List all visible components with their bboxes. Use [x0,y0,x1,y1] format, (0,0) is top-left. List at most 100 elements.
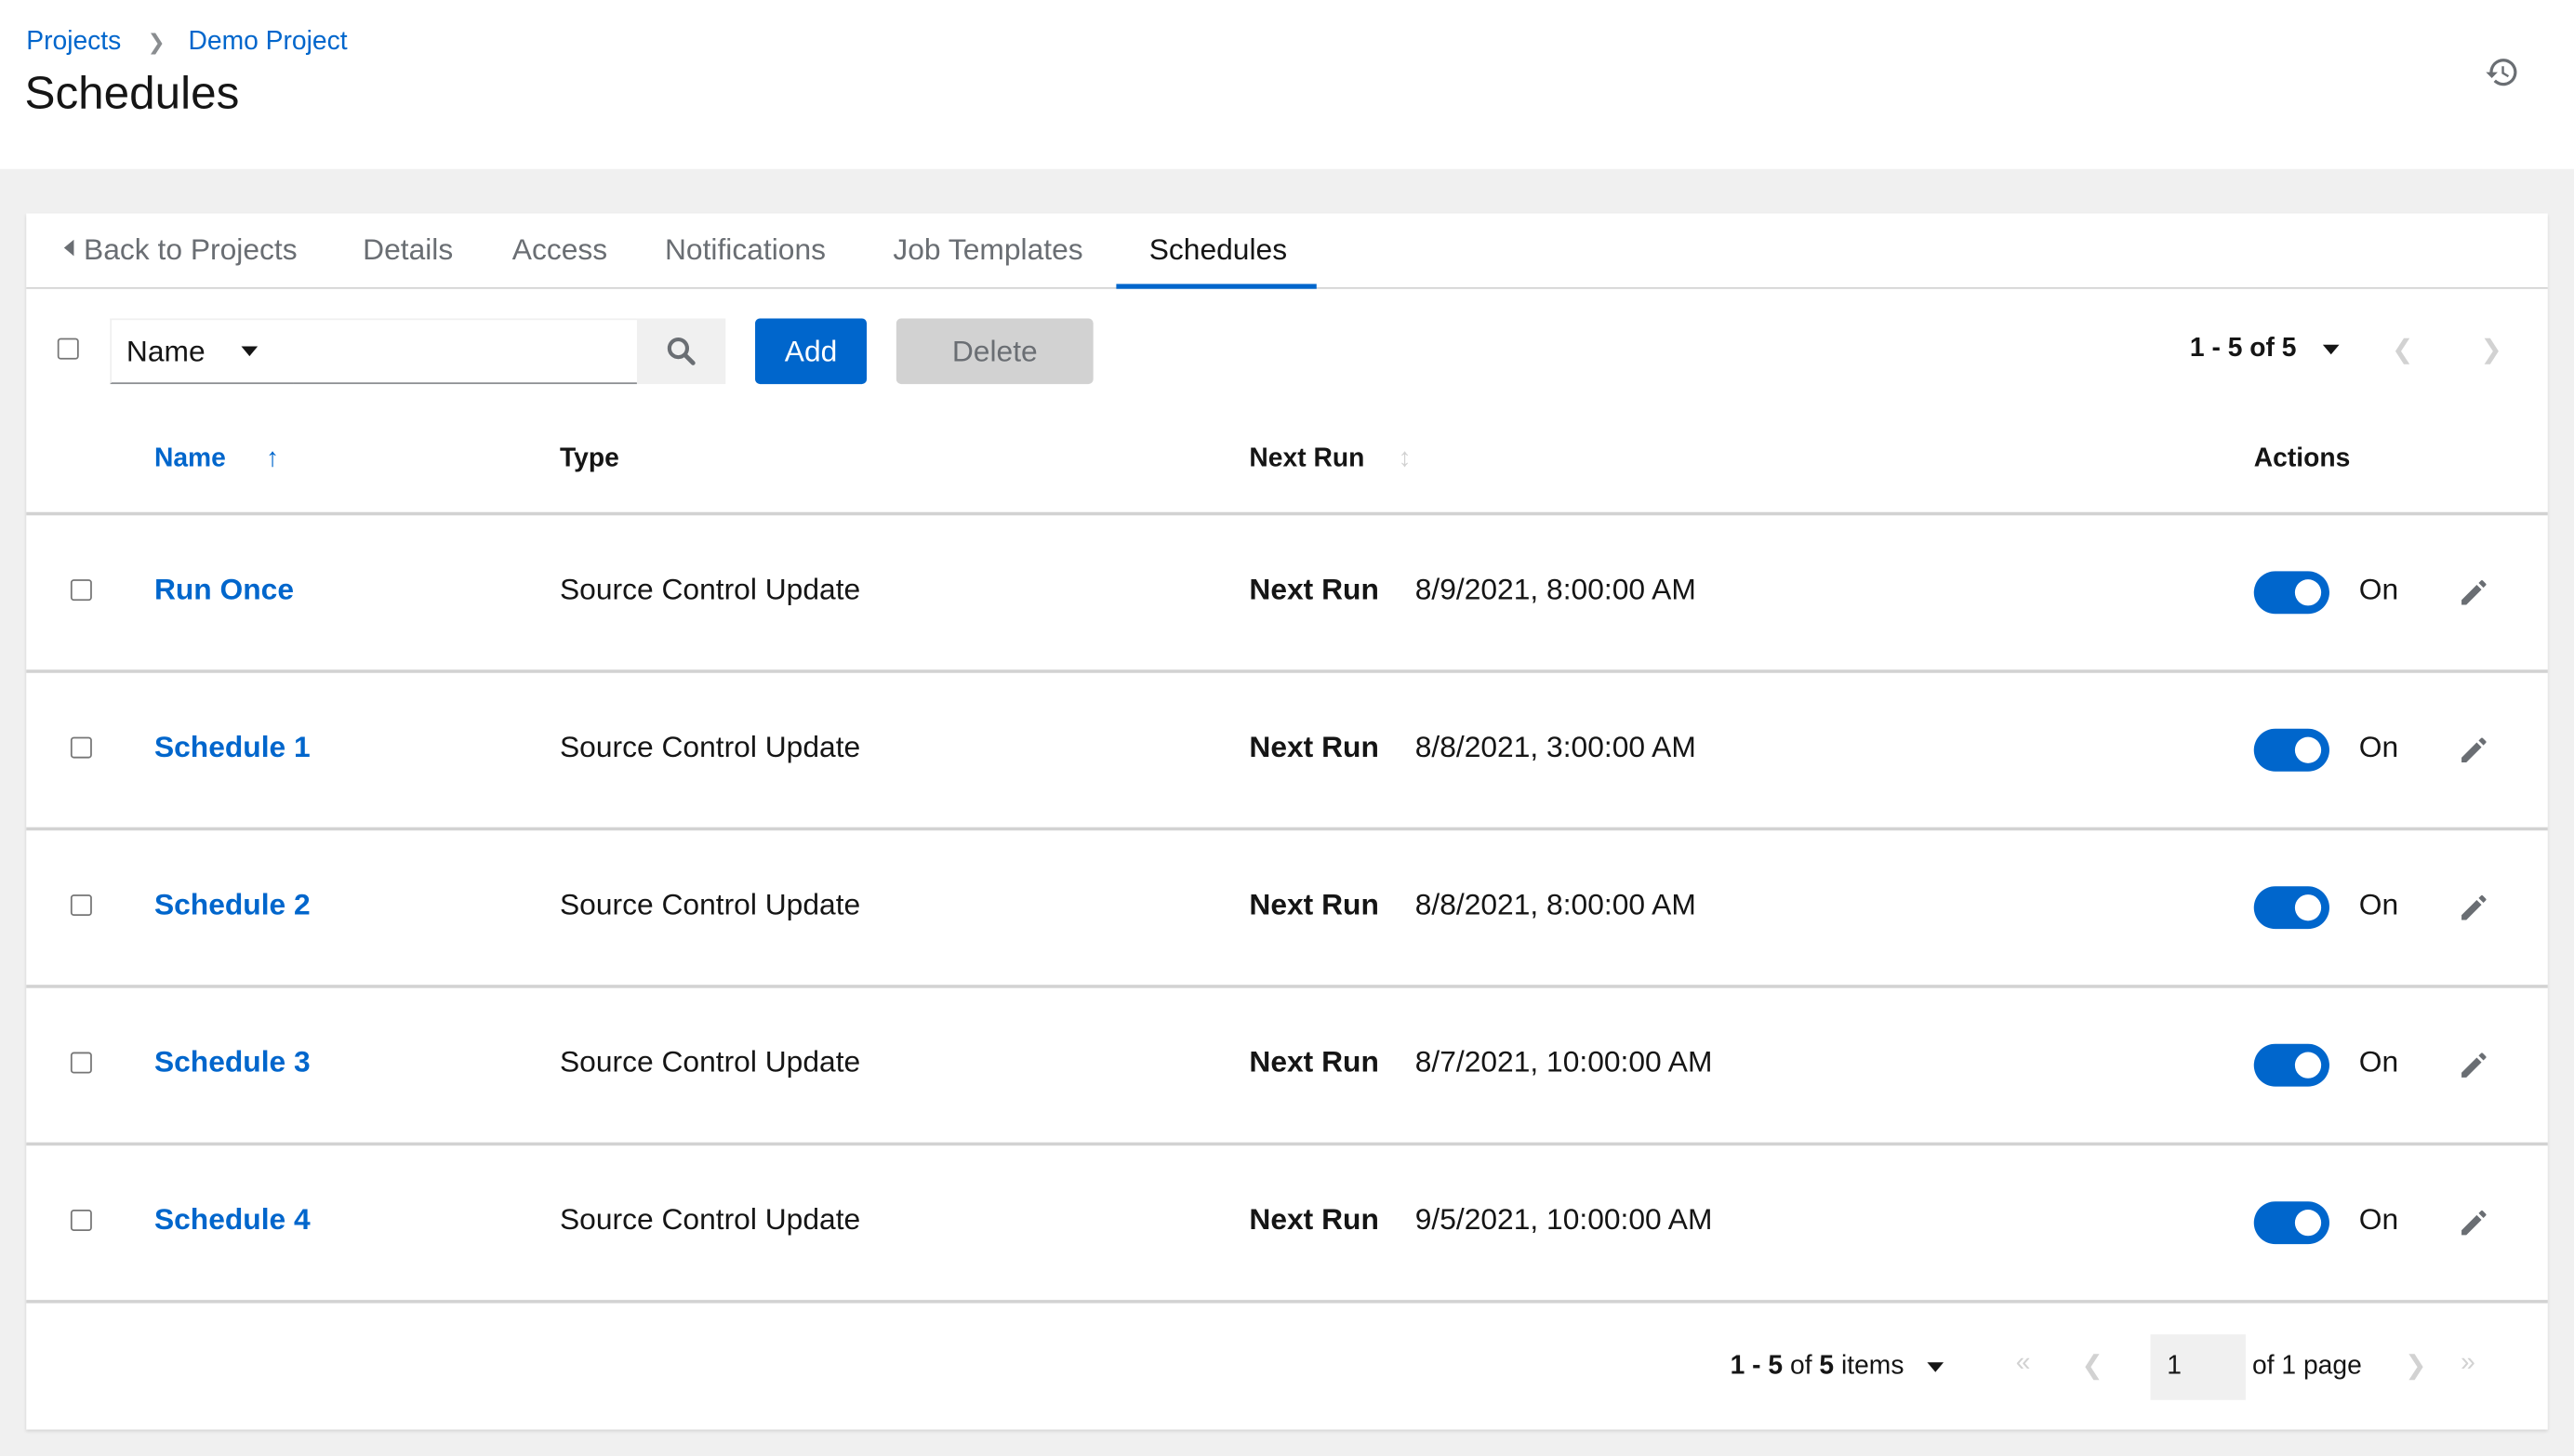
toggle-state-label: On [2358,730,2399,763]
select-all-checkbox[interactable] [57,338,79,360]
tab-back-to-projects[interactable]: Back to Projects [63,213,298,286]
next-run-value: 8/7/2021, 10:00:00 AM [1414,1045,1713,1079]
tab-access[interactable]: Access [512,213,607,286]
add-button[interactable]: Add [755,318,868,385]
footer-total: 5 [1819,1352,1835,1381]
column-header-actions: Actions [2253,444,2351,473]
first-page-icon[interactable]: « [2016,1349,2031,1379]
edit-icon[interactable] [2458,1206,2490,1238]
schedule-type: Source Control Update [559,888,861,921]
page-header: Projects ❯ Demo Project Schedules [0,0,2574,169]
column-header-name[interactable]: Name ↑ [154,444,279,474]
search-input[interactable] [293,318,637,385]
filter-field-select[interactable]: Name [110,318,294,385]
tab-label: Job Templates [893,232,1083,266]
page-title: Schedules [24,67,240,119]
toggle-state-label: On [2358,1045,2399,1079]
caret-down-icon [1927,1362,1944,1372]
tab-notifications[interactable]: Notifications [665,213,826,286]
row-checkbox[interactable] [70,1052,92,1074]
history-icon[interactable] [2484,54,2520,90]
row-checkbox[interactable] [70,736,92,759]
row-checkbox[interactable] [70,894,92,917]
chevron-right-icon: ❯ [147,29,166,55]
page-number-input[interactable]: 1 [2150,1334,2246,1400]
schedule-type: Source Control Update [559,573,861,606]
edit-icon[interactable] [2458,1049,2490,1081]
tab-job-templates[interactable]: Job Templates [893,213,1082,286]
row-divider [26,827,2548,831]
next-run-label: Next Run [1249,888,1379,921]
tab-details[interactable]: Details [363,213,453,286]
divider [26,511,2548,516]
toggle-knob [2294,579,2322,606]
next-run-label: Next Run [1249,1202,1379,1237]
schedule-enabled-toggle[interactable] [2253,571,2329,615]
row-divider [26,985,2548,988]
schedule-name-link[interactable]: Schedule 3 [154,1045,311,1079]
next-run-value: 9/5/2021, 10:00:00 AM [1414,1202,1713,1237]
row-checkbox[interactable] [70,1210,92,1231]
tab-label: Schedules [1148,232,1288,266]
schedule-name-link[interactable]: Schedule 2 [154,888,311,922]
next-run-value: 8/8/2021, 3:00:00 AM [1414,730,1696,763]
column-header-label: Name [153,444,226,473]
toggle-knob [2294,736,2322,763]
column-header-type: Type [559,444,619,473]
next-run-label: Next Run [1249,730,1379,763]
schedule-enabled-toggle[interactable] [2253,1201,2329,1245]
column-header-label: Next Run [1249,444,1365,473]
filter-field-value: Name [126,334,206,367]
schedule-name-link[interactable]: Schedule 1 [154,731,311,765]
row-checkbox[interactable] [70,579,92,602]
footer-pagination-toggle[interactable]: 1 - 5 of 5 items [1731,1353,1944,1383]
tab-bar: Back to Projects Details Access Notifica… [26,213,2548,289]
next-run-label: Next Run [1249,573,1379,606]
caret-left-icon [63,240,74,257]
sort-ascending-icon: ↑ [266,444,280,473]
toggle-knob [2294,894,2322,921]
next-run-label: Next Run [1249,1045,1379,1079]
schedules-card: Back to Projects Details Access Notifica… [26,213,2548,1430]
column-header-next-run[interactable]: Next Run ↕ [1249,444,1411,474]
delete-button[interactable]: Delete [896,318,1094,385]
caret-down-icon [241,346,259,357]
search-icon [667,337,696,365]
search-button[interactable] [636,318,726,385]
toggle-state-label: On [2358,888,2399,921]
schedule-enabled-toggle[interactable] [2253,1043,2329,1087]
sort-icon: ↕ [1398,444,1412,473]
toggle-state-label: On [2358,1202,2399,1237]
pagination-toggle[interactable]: 1 - 5 of 5 [2189,335,2340,364]
row-divider [26,669,2548,673]
footer-items-label: items [1834,1352,1904,1381]
toggle-state-label: On [2358,573,2399,606]
edit-icon[interactable] [2458,892,2490,924]
toggle-knob [2294,1210,2322,1237]
schedule-name-link[interactable]: Schedule 4 [154,1203,311,1238]
toggle-knob [2294,1052,2322,1079]
breadcrumb-demo-project[interactable]: Demo Project [188,28,347,58]
pagination-count: 1 - 5 of 5 [2189,335,2297,364]
previous-page-icon[interactable]: ❮ [2081,1349,2103,1382]
row-divider [26,1142,2548,1146]
next-page-icon[interactable]: ❯ [2480,333,2502,365]
breadcrumb-projects[interactable]: Projects [26,28,121,58]
schedule-enabled-toggle[interactable] [2253,886,2329,930]
tab-label: Details [363,232,454,266]
next-run-value: 8/8/2021, 8:00:00 AM [1414,888,1696,921]
schedule-name-link[interactable]: Run Once [154,573,294,607]
page-count: of 1 page [2251,1352,2362,1381]
tab-schedules[interactable]: Schedules [1116,213,1318,289]
schedule-enabled-toggle[interactable] [2253,728,2329,772]
next-page-icon[interactable]: ❯ [2405,1349,2427,1382]
edit-icon[interactable] [2458,576,2490,609]
row-divider [26,1300,2548,1304]
app-root: Projects ❯ Demo Project Schedules Back t… [0,0,2574,1456]
schedule-type: Source Control Update [559,730,861,763]
breadcrumb: Projects ❯ Demo Project [26,28,347,58]
next-run-value: 8/9/2021, 8:00:00 AM [1414,573,1696,606]
last-page-icon[interactable]: » [2461,1349,2475,1379]
previous-page-icon[interactable]: ❮ [2392,333,2414,365]
edit-icon[interactable] [2458,734,2490,766]
